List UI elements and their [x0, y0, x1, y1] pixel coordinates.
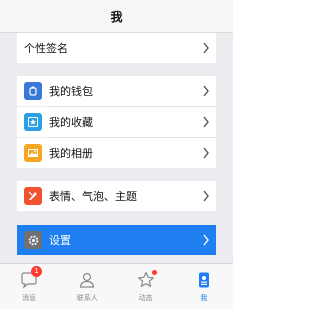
profile-card-icon: [194, 270, 214, 290]
wallet-icon: [24, 82, 42, 100]
chevron-right-icon: [203, 116, 209, 128]
album-photo-icon: [24, 144, 42, 162]
signature-row[interactable]: 个性签名: [17, 33, 216, 63]
me-screen: 我 个性签名 我的钱包 我的收藏 我的相册 表情、气泡、主题 设置 1 消息 联…: [0, 0, 233, 309]
wallet-row[interactable]: 我的钱包: [17, 76, 216, 106]
chevron-right-icon: [203, 85, 209, 97]
tab-contacts[interactable]: 联系人: [58, 264, 116, 309]
favorites-label: 我的收藏: [49, 116, 93, 129]
tab-feeds[interactable]: 动态: [117, 264, 175, 309]
star-icon: [136, 270, 157, 290]
chevron-right-icon: [203, 42, 209, 54]
wallet-label: 我的钱包: [49, 85, 93, 98]
unread-badge: 1: [31, 266, 43, 277]
tab-label: 联系人: [76, 294, 98, 302]
tab-messages[interactable]: 1 消息: [0, 264, 58, 309]
tab-bar: 1 消息 联系人 动态 我: [0, 263, 233, 309]
tab-me[interactable]: 我: [175, 264, 233, 309]
chevron-right-icon: [203, 234, 209, 246]
themes-row[interactable]: 表情、气泡、主题: [17, 181, 216, 211]
settings-row[interactable]: 设置: [17, 225, 216, 255]
themes-label: 表情、气泡、主题: [49, 190, 137, 203]
tab-label: 消息: [22, 294, 37, 302]
navigation-bar: 我: [0, 0, 233, 33]
album-label: 我的相册: [49, 147, 93, 160]
new-activity-dot: [151, 270, 157, 275]
album-row[interactable]: 我的相册: [17, 138, 216, 168]
settings-gear-icon: [24, 231, 42, 249]
signature-label: 个性签名: [24, 42, 68, 55]
contact-person-icon: [77, 270, 97, 290]
settings-label: 设置: [49, 234, 71, 247]
tab-label: 我: [200, 294, 208, 302]
chevron-right-icon: [203, 147, 209, 159]
favorites-row[interactable]: 我的收藏: [17, 107, 216, 137]
tab-label: 动态: [138, 294, 153, 302]
chevron-right-icon: [203, 190, 209, 202]
page-title: 我: [110, 9, 123, 24]
favorites-star-icon: [24, 113, 42, 131]
chat-bubble-icon: 1: [19, 266, 43, 290]
themes-brush-icon: [24, 187, 42, 205]
